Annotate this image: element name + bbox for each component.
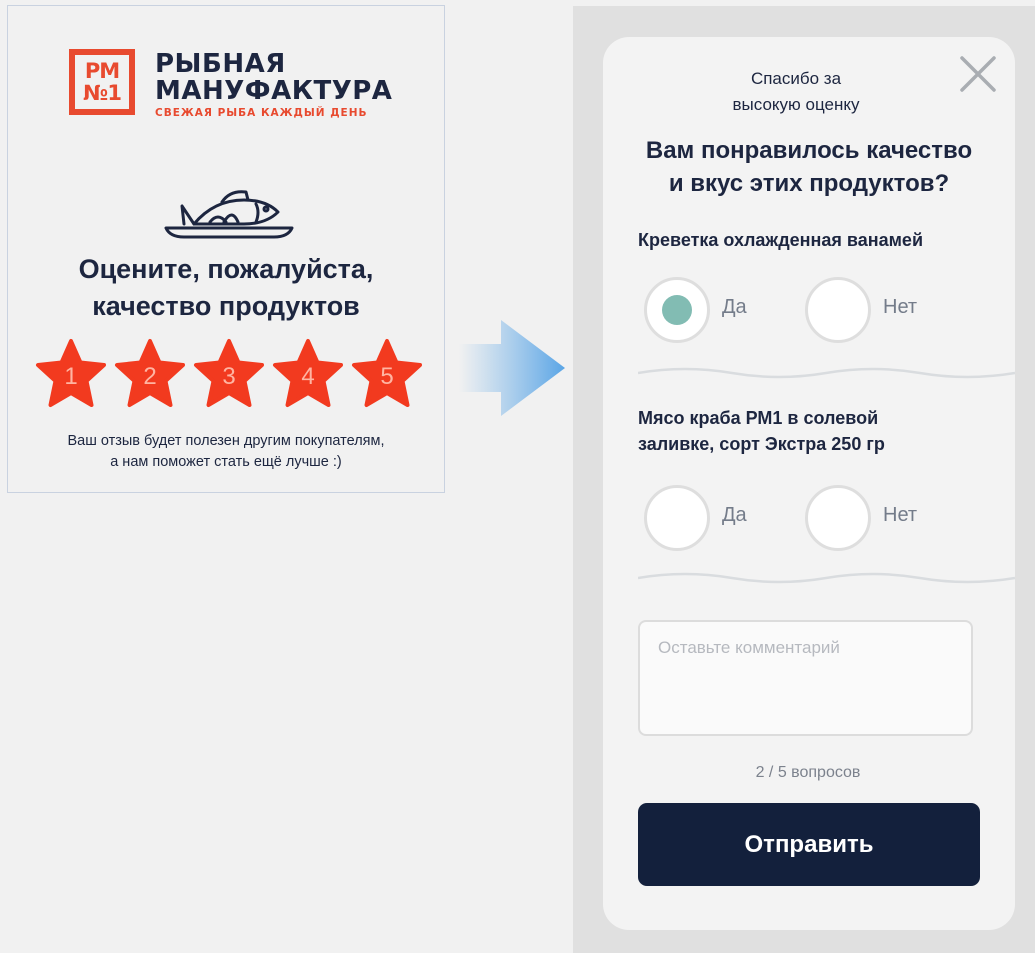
logo-name-line1: РЫБНАЯ — [155, 49, 286, 79]
rating-title: Оцените, пожалуйста, качество продуктов — [8, 251, 444, 325]
product-2-answer: Да Нет — [644, 485, 984, 551]
product-1-no-radio[interactable] — [805, 277, 871, 343]
logo-text: РЫБНАЯ МАНУФАКТУРА СВЕЖАЯ РЫБА КАЖДЫЙ ДЕ… — [155, 49, 393, 120]
product-2-no-radio[interactable] — [805, 485, 871, 551]
wave-divider — [638, 367, 1015, 379]
rating-card: РМ №1 РЫБНАЯ МАНУФАКТУРА СВЕЖАЯ РЫБА КАЖ… — [7, 5, 445, 493]
thanks-line2: высокую оценку — [732, 95, 860, 114]
question-line1: Вам понравилось качество — [645, 137, 973, 164]
product-2-name-line1: Мясо краба РМ1 в солевой — [638, 408, 879, 428]
comment-field[interactable] — [638, 620, 973, 736]
question-line2: и вкус этих продуктов? — [668, 170, 950, 197]
product-2-yes-radio[interactable] — [644, 485, 710, 551]
radio-selected-dot — [662, 295, 692, 325]
star-label: 4 — [301, 363, 315, 390]
arrow-right-icon — [459, 320, 565, 416]
star-2-button[interactable]: 2 — [114, 338, 186, 410]
rating-title-line1: Оцените, пожалуйста, — [78, 254, 374, 284]
rating-note-line2: а нам поможет стать ещё лучше :) — [110, 454, 342, 470]
logo-badge: РМ №1 — [69, 49, 135, 115]
star-label: 2 — [143, 363, 157, 390]
star-1-button[interactable]: 1 — [35, 338, 107, 410]
rating-note: Ваш отзыв будет полезен другим покупател… — [8, 431, 444, 473]
star-5-button[interactable]: 5 — [351, 338, 423, 410]
logo-badge-line2: №1 — [83, 81, 122, 105]
star-3-button[interactable]: 3 — [193, 338, 265, 410]
thanks-message: Спасибо за высокую оценку — [690, 66, 902, 118]
survey-question: Вам понравилось качество и вкус этих про… — [608, 134, 1010, 200]
question-progress: 2 / 5 вопросов — [755, 764, 861, 781]
product-1-yes-radio[interactable] — [644, 277, 710, 343]
product-1-yes-label[interactable]: Да — [722, 296, 747, 319]
product-2-name: Мясо краба РМ1 в солевой заливке, сорт Э… — [638, 405, 978, 457]
submit-button[interactable]: Отправить — [638, 803, 980, 886]
logo-badge-line1: РМ — [84, 59, 120, 83]
star-label: 3 — [222, 363, 236, 390]
product-1-name-line1: Креветка охлажденная ванамей — [638, 230, 924, 250]
wave-divider — [638, 572, 1015, 584]
product-1-answer: Да Нет — [644, 277, 984, 343]
rating-title-line2: качество продуктов — [92, 291, 360, 321]
product-1-no-label[interactable]: Нет — [883, 296, 917, 319]
thanks-line1: Спасибо за — [750, 69, 842, 88]
product-2-yes-label[interactable]: Да — [722, 504, 747, 527]
logo-tagline: СВЕЖАЯ РЫБА КАЖДЫЙ ДЕНЬ — [155, 107, 368, 119]
product-2-name-line2: заливке, сорт Экстра 250 гр — [638, 434, 885, 454]
star-label: 5 — [380, 363, 394, 390]
close-icon[interactable] — [958, 54, 998, 94]
product-2-no-label[interactable]: Нет — [883, 504, 917, 527]
product-1-name: Креветка охлажденная ванамей — [638, 227, 978, 253]
star-4-button[interactable]: 4 — [272, 338, 344, 410]
logo-name-line2: МАНУФАКТУРА — [155, 76, 393, 106]
star-rating: 1 2 3 4 5 — [35, 338, 423, 410]
fish-on-plate-icon — [164, 190, 294, 239]
star-label: 1 — [64, 363, 78, 390]
rating-note-line1: Ваш отзыв будет полезен другим покупател… — [67, 433, 385, 449]
